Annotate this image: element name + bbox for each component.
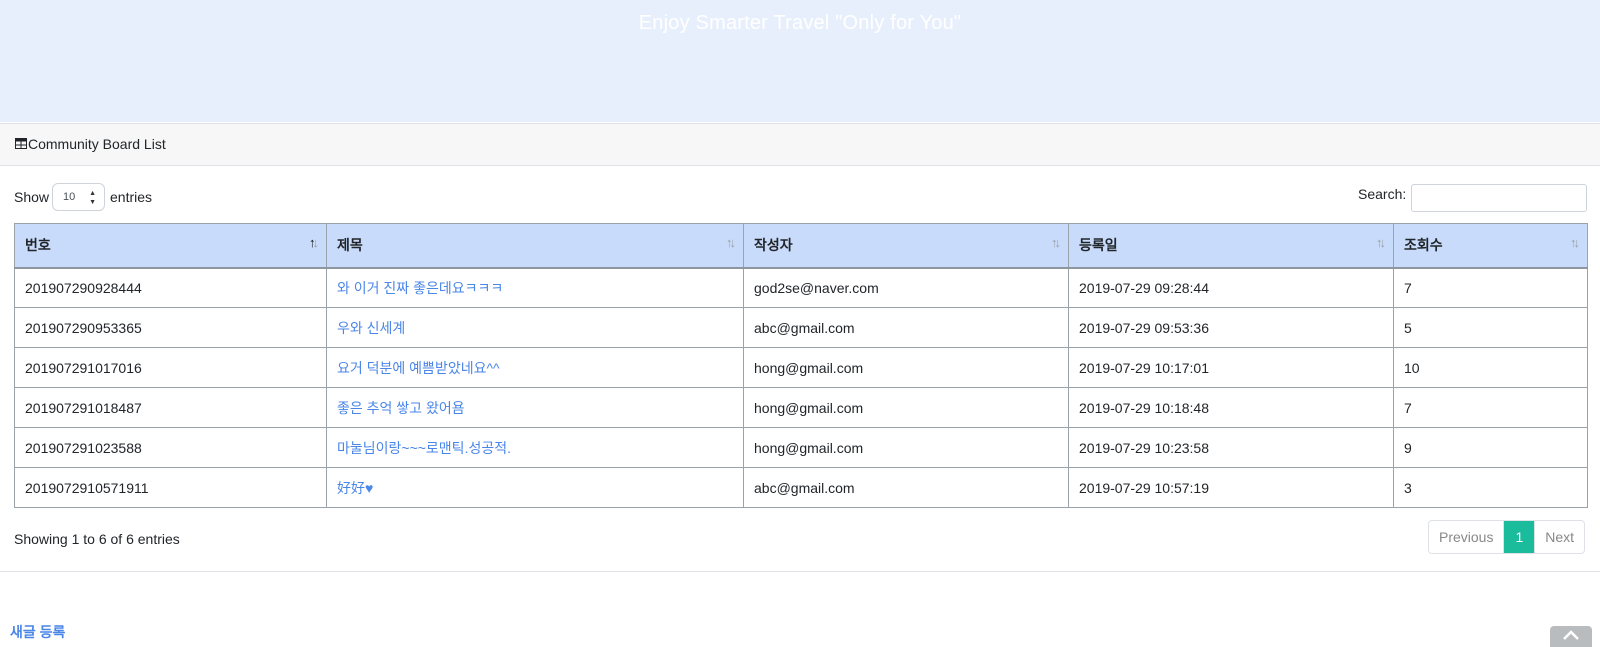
page-1-button[interactable]: 1 (1504, 521, 1536, 553)
cell-title: 좋은 추억 쌓고 왔어욤 (326, 387, 744, 428)
header-row: 번호 ↑↓ 제목 ↑↓ 작성자 ↑↓ 등록일 ↑↓ 조회수 ↑↓ (14, 223, 1588, 269)
cell-date: 2019-07-29 10:17:01 (1068, 347, 1394, 388)
card-header: Community Board List (0, 124, 1600, 166)
cell-date: 2019-07-29 09:53:36 (1068, 307, 1394, 348)
length-prefix: Show (14, 189, 50, 205)
chevron-up-icon (1563, 630, 1579, 640)
column-header-date[interactable]: 등록일 ↑↓ (1068, 223, 1394, 269)
sort-asc-icon: ↑↓ (309, 235, 319, 250)
cell-author: abc@gmail.com (743, 307, 1069, 348)
cell-views: 3 (1393, 467, 1588, 508)
table-row: 201907291023588 마눌님이랑~~~로맨틱.성공적. hong@gm… (14, 427, 1588, 468)
cell-number: 201907291018487 (14, 387, 327, 428)
sort-icon: ↑↓ (726, 235, 736, 250)
cell-views: 7 (1393, 267, 1588, 308)
column-header-views[interactable]: 조회수 ↑↓ (1393, 223, 1588, 269)
column-header-title[interactable]: 제목 ↑↓ (326, 223, 744, 269)
page-length-value: 10 (63, 191, 76, 203)
new-post-link[interactable]: 새글 등록 (10, 622, 65, 642)
sort-icon: ↑↓ (1570, 235, 1580, 250)
cell-number: 201907290928444 (14, 267, 327, 308)
post-title-link[interactable]: 와 이거 진짜 좋은데요ㅋㅋㅋ (337, 280, 503, 296)
cell-title: 好好♥ (326, 467, 744, 508)
table-row: 201907291017016 요거 덕분에 예쁨받았네요^^ hong@gma… (14, 347, 1588, 388)
cell-author: hong@gmail.com (743, 427, 1069, 468)
search-input[interactable] (1411, 184, 1587, 212)
post-title-link[interactable]: 好好♥ (337, 480, 373, 496)
board-table: 번호 ↑↓ 제목 ↑↓ 작성자 ↑↓ 등록일 ↑↓ 조회수 ↑↓ 201907290928… (14, 223, 1588, 508)
cell-author: abc@gmail.com (743, 467, 1069, 508)
cell-views: 5 (1393, 307, 1588, 348)
cell-date: 2019-07-29 10:18:48 (1068, 387, 1394, 428)
scroll-to-top-button[interactable] (1550, 626, 1592, 647)
table-row: 2019072910571911 好好♥ abc@gmail.com 2019-… (14, 467, 1588, 508)
table-row: 201907290953365 우와 신세계 abc@gmail.com 201… (14, 307, 1588, 348)
cell-title: 요거 덕분에 예쁨받았네요^^ (326, 347, 744, 388)
previous-page-button[interactable]: Previous (1429, 521, 1505, 553)
length-menu: Show 10 ▲ ▼ entries (14, 183, 152, 211)
cell-views: 10 (1393, 347, 1588, 388)
card-title: Community Board List (28, 136, 166, 152)
table-info: Showing 1 to 6 of 6 entries (14, 531, 180, 547)
cell-number: 2019072910571911 (14, 467, 327, 508)
length-suffix: entries (110, 189, 153, 205)
sort-icon: ↑↓ (1376, 235, 1386, 250)
cell-number: 201907290953365 (14, 307, 327, 348)
post-title-link[interactable]: 우와 신세계 (337, 320, 405, 336)
cell-title: 와 이거 진짜 좋은데요ㅋㅋㅋ (326, 267, 744, 308)
select-arrows-icon: ▲ ▼ (89, 190, 96, 206)
cell-date: 2019-07-29 10:23:58 (1068, 427, 1394, 468)
table-icon (15, 138, 27, 149)
board-card: Community Board List Show 10 ▲ ▼ entries … (0, 123, 1600, 572)
table-row: 201907291018487 좋은 추억 쌓고 왔어욤 hong@gmail.… (14, 387, 1588, 428)
cell-views: 9 (1393, 427, 1588, 468)
cell-title: 우와 신세계 (326, 307, 744, 348)
cell-author: god2se@naver.com (743, 267, 1069, 308)
cell-title: 마눌님이랑~~~로맨틱.성공적. (326, 427, 744, 468)
cell-date: 2019-07-29 09:28:44 (1068, 267, 1394, 308)
cell-author: hong@gmail.com (743, 347, 1069, 388)
page-length-select[interactable]: 10 ▲ ▼ (52, 183, 105, 211)
post-title-link[interactable]: 마눌님이랑~~~로맨틱.성공적. (337, 440, 511, 456)
column-header-number[interactable]: 번호 ↑↓ (14, 223, 327, 269)
hero-banner: Enjoy Smarter Travel "Only for You" (0, 0, 1600, 122)
hero-title: Enjoy Smarter Travel "Only for You" (638, 12, 962, 34)
cell-date: 2019-07-29 10:57:19 (1068, 467, 1394, 508)
pagination: Previous 1 Next (1428, 520, 1586, 554)
post-title-link[interactable]: 좋은 추억 쌓고 왔어욤 (337, 400, 465, 416)
next-page-button[interactable]: Next (1535, 521, 1584, 553)
cell-views: 7 (1393, 387, 1588, 428)
post-title-link[interactable]: 요거 덕분에 예쁨받았네요^^ (337, 360, 500, 376)
cell-number: 201907291023588 (14, 427, 327, 468)
column-header-author[interactable]: 작성자 ↑↓ (743, 223, 1069, 269)
cell-number: 201907291017016 (14, 347, 327, 388)
sort-icon: ↑↓ (1051, 235, 1061, 250)
cell-author: hong@gmail.com (743, 387, 1069, 428)
table-row: 201907290928444 와 이거 진짜 좋은데요ㅋㅋㅋ god2se@n… (14, 267, 1588, 308)
search-label: Search: (1358, 186, 1407, 202)
